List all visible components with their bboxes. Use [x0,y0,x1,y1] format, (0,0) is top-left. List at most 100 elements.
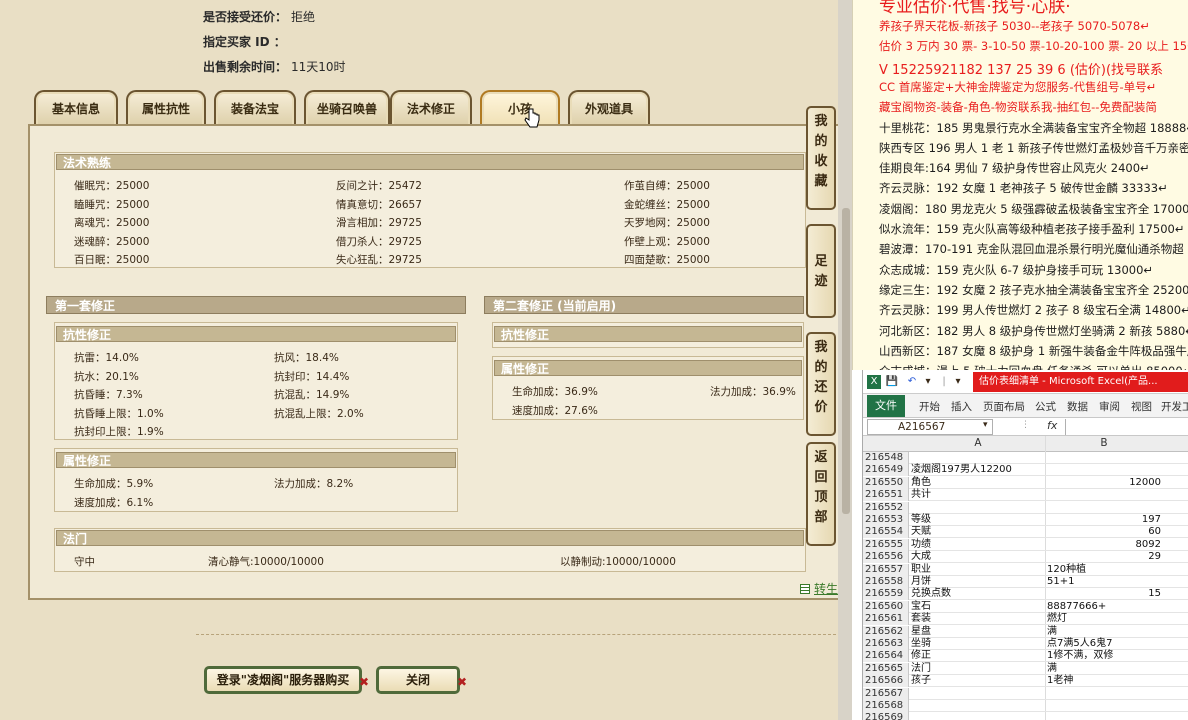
cell-b[interactable]: 1修不满，双修 [1047,650,1161,662]
row-number[interactable]: 216560 [863,600,909,613]
ribbon-tab[interactable]: 公式 [1035,399,1056,414]
save-icon[interactable]: 💾 [885,375,899,389]
cell-b[interactable]: 120种植 [1047,564,1161,576]
row-number[interactable]: 216553 [863,514,909,526]
tab-mount-summon[interactable]: 坐骑召唤兽 [304,90,390,126]
cell-b[interactable]: 60 [1047,526,1161,538]
my-counteroffer-button[interactable]: 我的还价 [806,332,836,436]
row-number[interactable]: 216557 [863,563,909,576]
insert-function-icon[interactable]: fx [1047,419,1057,432]
row-number[interactable]: 216566 [863,675,909,688]
famen-item: 清心静气:10000/10000 [208,556,324,568]
cell-b[interactable]: 燃灯 [1047,613,1161,625]
name-box-dropdown-icon[interactable]: ▾ [983,420,988,430]
tab-child[interactable]: 小孩 [480,90,560,126]
cell-a[interactable]: 功绩 [911,539,1045,551]
close-button[interactable]: 关闭 ✖ [376,666,467,694]
spell-proficiency-item: 瞌睡咒：25000 [74,198,150,211]
cell-b[interactable]: 1老神 [1047,675,1161,687]
undo-icon[interactable]: ↶ [905,375,919,389]
cell-a[interactable]: 孩子 [911,675,1045,687]
cell-b[interactable]: 51+1 [1047,576,1161,588]
cell-a[interactable]: 宝石 [911,601,1045,613]
cell-b[interactable]: 满 [1047,626,1161,638]
cell-b[interactable]: 88877666+ [1047,601,1161,613]
row-number[interactable]: 216548 [863,452,909,464]
cell-a[interactable]: 共计 [911,489,1045,501]
row-number[interactable]: 216561 [863,613,909,626]
cell-b[interactable]: 29 [1047,551,1161,563]
cell-a[interactable]: 修正 [911,650,1045,662]
table-row: 216552 [863,501,1188,514]
ribbon-tab[interactable]: 开发工 [1161,399,1188,414]
row-number[interactable]: 216554 [863,526,909,539]
spell-proficiency-item: 离魂咒：25000 [74,217,150,229]
cell-a[interactable]: 等级 [911,514,1045,526]
cell-a[interactable]: 大成 [911,551,1045,563]
ribbon-tab[interactable]: 数据 [1067,399,1088,414]
row-number[interactable]: 216551 [863,489,909,502]
ribbon-tab[interactable]: 视图 [1131,399,1152,414]
document-line: 凌烟阁：180 男龙克火 5 级强霹破孟极装备宝宝齐全 17000↵ [879,201,1188,216]
cell-a[interactable]: 天赋 [911,526,1045,538]
row-number[interactable]: 216565 [863,662,909,675]
buy-on-server-button[interactable]: 登录"凌烟阁"服务器购买 ✖ [204,666,369,694]
column-b-header[interactable]: B [1047,437,1161,449]
column-a-header[interactable]: A [911,437,1045,449]
row-number[interactable]: 216562 [863,625,909,638]
cell-a[interactable]: 法门 [911,663,1045,675]
cell-b[interactable]: 点7满5人6鬼7 [1047,638,1161,650]
formula-input[interactable] [1065,419,1188,435]
row-number[interactable]: 216558 [863,576,909,588]
name-box[interactable]: A216567 [867,419,993,435]
transfer-link[interactable]: 转生 [800,580,838,597]
tab-attr-resist[interactable]: 属性抗性 [126,90,206,126]
cell-a[interactable]: 星盘 [911,626,1045,638]
cell-b[interactable]: 12000 [1047,477,1161,489]
cell-a[interactable]: 凌烟阁197男人12200 [911,464,1045,476]
ribbon-tab[interactable]: 插入 [951,399,972,414]
cell-a[interactable]: 坐骑 [911,638,1045,650]
cell-a[interactable]: 职业 [911,564,1045,576]
cell-a[interactable]: 角色 [911,477,1045,489]
row-number[interactable]: 216567 [863,687,909,700]
tab-appearance[interactable]: 外观道具 [568,90,650,126]
row-number[interactable]: 216550 [863,476,909,489]
row-number[interactable]: 216556 [863,551,909,564]
scrollbar-thumb[interactable] [842,208,850,514]
cell-a[interactable]: 月饼 [911,576,1045,588]
row-number[interactable]: 216569 [863,712,909,720]
table-row: 216556 大成 29 [863,551,1188,564]
table-row: 216564 修正 1修不满，双修 [863,650,1188,663]
footprint-button[interactable]: 足迹 [806,224,836,318]
set1-attr-title: 属性修正 [56,452,456,468]
ribbon-tab[interactable]: 页面布局 [983,399,1025,414]
tab-basic-info[interactable]: 基本信息 [34,90,118,126]
cell-b[interactable]: 197 [1047,514,1161,526]
file-tab[interactable]: 文件 [867,395,905,417]
table-row: 216550 角色 12000 [863,476,1188,489]
ribbon-tab[interactable]: 开始 [919,399,940,414]
spell-proficiency-item: 反间之计：25472 [336,180,422,192]
cell-b[interactable]: 15 [1047,588,1161,600]
row-number[interactable]: 216559 [863,588,909,601]
cell-b[interactable]: 满 [1047,663,1161,675]
cell-a[interactable]: 兑换点数 [911,588,1045,600]
row-number[interactable]: 216552 [863,501,909,514]
cell-a[interactable]: 套装 [911,613,1045,625]
row-number[interactable]: 216568 [863,700,909,712]
tab-spell-modify[interactable]: 法术修正 [390,90,472,126]
tab-equipment[interactable]: 装备法宝 [214,90,296,126]
row-number[interactable]: 216549 [863,464,909,477]
separator: | [942,376,946,387]
undo-dropdown-icon[interactable]: ▾ [921,375,935,389]
favorites-button[interactable]: 我的收藏 [806,106,836,210]
row-number[interactable]: 216564 [863,650,909,663]
customize-toolbar-icon[interactable]: ▾ [951,375,965,389]
table-row: 216568 [863,700,1188,712]
ribbon-tab[interactable]: 审阅 [1099,399,1120,414]
row-number[interactable]: 216555 [863,538,909,551]
cell-b[interactable]: 8092 [1047,539,1161,551]
back-to-top-button[interactable]: 返回顶部 [806,442,836,546]
row-number[interactable]: 216563 [863,638,909,650]
